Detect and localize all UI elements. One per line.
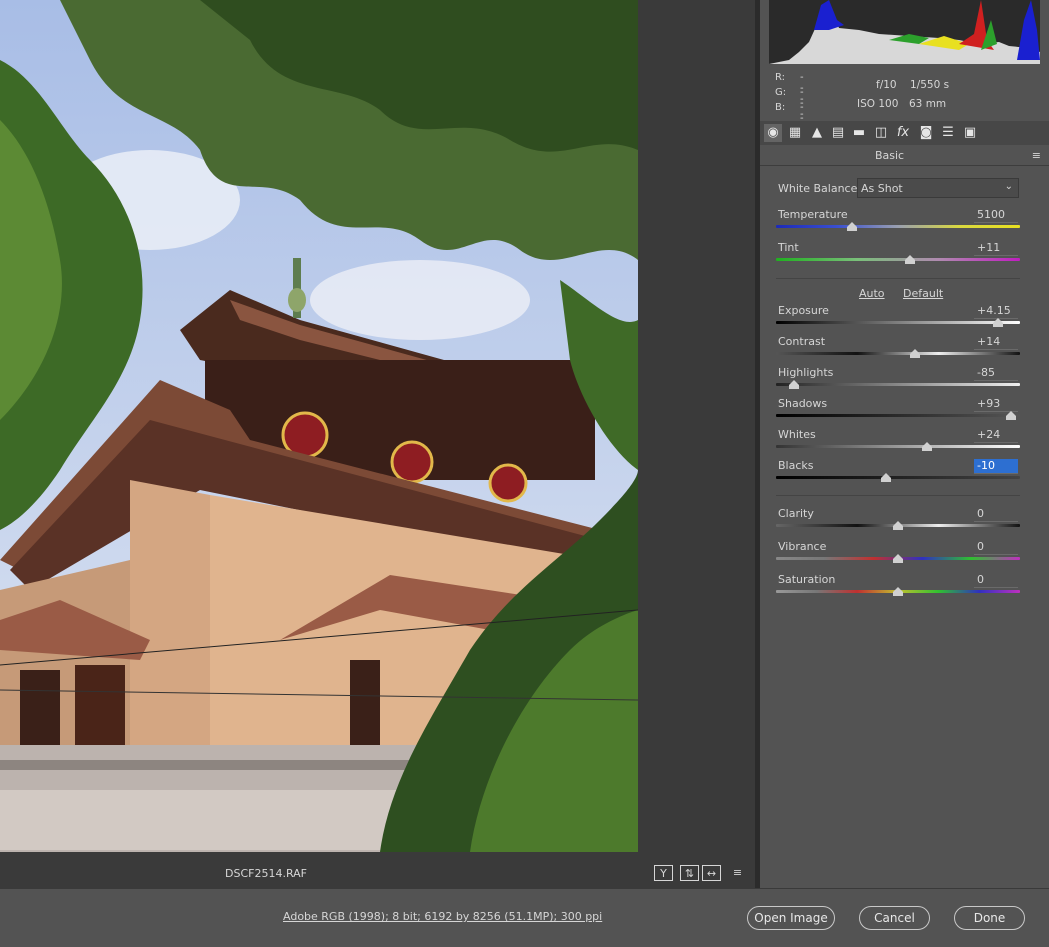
- cancel-button[interactable]: Cancel: [859, 906, 930, 930]
- photo-preview[interactable]: [0, 0, 638, 852]
- temperature-value[interactable]: 5100: [974, 208, 1018, 223]
- temperature-track[interactable]: [776, 225, 1020, 228]
- exposure-track[interactable]: [776, 321, 1020, 324]
- copy-settings-icon[interactable]: ↔: [702, 865, 721, 881]
- iso-value: ISO 100: [857, 98, 899, 110]
- blacks-thumb[interactable]: [880, 473, 891, 482]
- vibrance-thumb[interactable]: [893, 554, 903, 563]
- chevron-down-icon: ⌄: [1004, 181, 1013, 192]
- contrast-track[interactable]: [776, 352, 1020, 355]
- panel-menu-icon[interactable]: ≡: [1032, 149, 1041, 162]
- swap-before-after-icon[interactable]: ⇅: [680, 865, 699, 881]
- info-readout: R:--- G:--- B:--- f/10 1/550 s ISO 100 6…: [760, 68, 1049, 135]
- camera-icon[interactable]: ◙: [917, 124, 935, 142]
- clarity-value[interactable]: 0: [974, 507, 1018, 522]
- preview-preferences-icon[interactable]: ≡: [728, 865, 747, 881]
- g-label: G:: [775, 87, 787, 98]
- split-icon[interactable]: ▤: [829, 124, 847, 142]
- b-label: B:: [775, 102, 786, 113]
- saturation-value[interactable]: 0: [974, 573, 1018, 588]
- whites-thumb[interactable]: [922, 442, 933, 451]
- contrast-label: Contrast: [778, 335, 826, 348]
- exposure-thumb[interactable]: [993, 318, 1004, 327]
- shadows-track[interactable]: [776, 414, 1020, 417]
- filename-bar: DSCF2514.RAF Y ⇅ ↔ ≡: [0, 860, 755, 888]
- histogram: [769, 0, 1040, 64]
- done-button[interactable]: Done: [954, 906, 1025, 930]
- panel-title: Basic: [874, 149, 905, 162]
- vibrance-label: Vibrance: [778, 540, 827, 553]
- white-balance-value: As Shot: [861, 182, 903, 195]
- vibrance-slider[interactable]: Vibrance 0: [776, 540, 1020, 570]
- exposure-slider[interactable]: Exposure +4.15: [776, 304, 1020, 334]
- filename-label: DSCF2514.RAF: [225, 867, 308, 880]
- default-link[interactable]: Default: [903, 287, 943, 300]
- panel-header: Basic ≡: [760, 145, 1049, 166]
- exposure-label: Exposure: [778, 304, 829, 317]
- before-after-y-icon[interactable]: Y: [654, 865, 673, 881]
- blacks-track[interactable]: [776, 476, 1020, 479]
- contrast-thumb[interactable]: [910, 349, 921, 358]
- grid-icon[interactable]: ▦: [786, 124, 804, 142]
- blacks-label: Blacks: [778, 459, 814, 472]
- shadows-thumb[interactable]: [1006, 411, 1017, 420]
- shadows-slider[interactable]: Shadows +93: [776, 397, 1020, 427]
- highlights-slider[interactable]: Highlights -85: [776, 366, 1020, 396]
- tool-tabs: ◉ ▦ ▲ ▤ ▬ ◫ fx ◙ ☰ ▣: [760, 121, 1049, 145]
- contrast-value[interactable]: +14: [974, 335, 1018, 350]
- snapshots-icon[interactable]: ▣: [961, 124, 979, 142]
- temperature-thumb[interactable]: [846, 222, 857, 231]
- clarity-label: Clarity: [778, 507, 814, 520]
- image-preview-area: DSCF2514.RAF Y ⇅ ↔ ≡: [0, 0, 755, 888]
- divider: [776, 495, 1020, 496]
- white-balance-select[interactable]: As Shot ⌄: [857, 178, 1019, 198]
- highlights-track[interactable]: [776, 383, 1020, 386]
- detail-icon[interactable]: ▬: [850, 124, 868, 142]
- saturation-slider[interactable]: Saturation 0: [776, 573, 1020, 603]
- clarity-thumb[interactable]: [893, 521, 903, 530]
- open-image-button[interactable]: Open Image: [747, 906, 835, 930]
- shutter-value: 1/550 s: [910, 79, 950, 91]
- tint-thumb[interactable]: [905, 255, 916, 264]
- saturation-thumb[interactable]: [893, 587, 903, 596]
- saturation-label: Saturation: [778, 573, 836, 586]
- whites-track[interactable]: [776, 445, 1020, 448]
- whites-label: Whites: [778, 428, 816, 441]
- tint-slider[interactable]: Tint +11: [776, 241, 1020, 271]
- exposure-value[interactable]: +4.15: [974, 304, 1018, 319]
- highlights-value[interactable]: -85: [974, 366, 1018, 381]
- tint-track[interactable]: [776, 258, 1020, 261]
- lens-icon[interactable]: ◫: [872, 124, 890, 142]
- auto-link[interactable]: Auto: [859, 287, 885, 300]
- focal-length-value: 63 mm: [909, 98, 947, 110]
- clarity-slider[interactable]: Clarity 0: [776, 507, 1020, 537]
- shadows-label: Shadows: [778, 397, 828, 410]
- highlights-thumb[interactable]: [789, 380, 800, 389]
- tint-label: Tint: [778, 241, 799, 254]
- mountains-icon[interactable]: ▲: [808, 124, 826, 142]
- aperture-value: f/10: [876, 79, 897, 91]
- blacks-slider[interactable]: Blacks -10: [776, 459, 1020, 489]
- vibrance-value[interactable]: 0: [974, 540, 1018, 555]
- r-label: R:: [775, 72, 786, 83]
- adjustment-panel: R:--- G:--- B:--- f/10 1/550 s ISO 100 6…: [760, 0, 1049, 888]
- aperture-icon[interactable]: ◉: [764, 124, 782, 142]
- blacks-value[interactable]: -10: [974, 459, 1018, 474]
- fx-icon[interactable]: fx: [894, 124, 912, 142]
- workflow-options-link[interactable]: Adobe RGB (1998); 8 bit; 6192 by 8256 (5…: [283, 910, 602, 923]
- presets-icon[interactable]: ☰: [939, 124, 957, 142]
- temperature-slider[interactable]: Temperature 5100: [776, 208, 1020, 238]
- contrast-slider[interactable]: Contrast +14: [776, 335, 1020, 365]
- temperature-label: Temperature: [778, 208, 848, 221]
- whites-slider[interactable]: Whites +24: [776, 428, 1020, 458]
- highlights-label: Highlights: [778, 366, 834, 379]
- shadows-value[interactable]: +93: [974, 397, 1018, 412]
- divider: [776, 278, 1020, 279]
- bottom-bar: Adobe RGB (1998); 8 bit; 6192 by 8256 (5…: [0, 888, 1049, 947]
- white-balance-label: White Balance:: [778, 182, 862, 195]
- whites-value[interactable]: +24: [974, 428, 1018, 443]
- tint-value[interactable]: +11: [974, 241, 1018, 256]
